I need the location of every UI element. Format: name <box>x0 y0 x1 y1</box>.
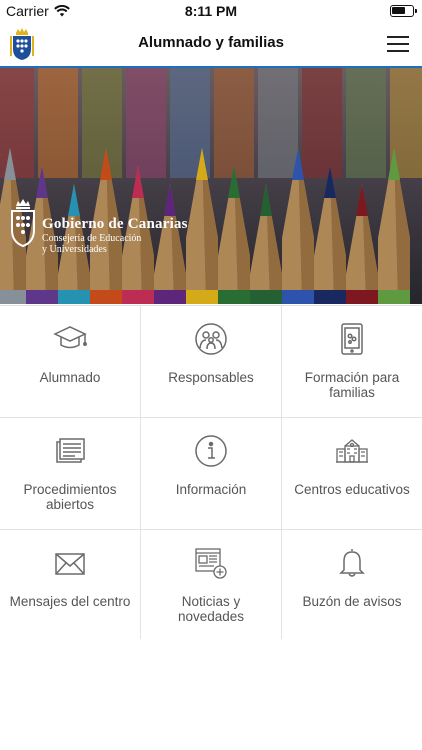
battery-icon <box>390 5 417 17</box>
graduation-cap-icon <box>53 322 87 356</box>
brand-text: Gobierno de Canarias Consejería de Educa… <box>42 196 188 255</box>
brand-subtitle-line2: y Universidades <box>42 244 107 255</box>
menu-line <box>387 50 409 52</box>
menu-tile-label: Información <box>175 482 247 497</box>
school-building-icon <box>335 434 369 468</box>
envelope-icon <box>53 546 87 580</box>
hero-overlay <box>0 68 422 304</box>
menu-tile-label: Noticias y novedades <box>177 594 245 624</box>
menu-tile-label: Procedimientos abiertos <box>23 482 117 512</box>
tablet-icon <box>335 322 369 356</box>
menu-tile-mensajes-del-centro[interactable]: Mensajes del centro <box>0 530 140 641</box>
menu-tile-alumnado[interactable]: Alumnado <box>0 306 140 417</box>
menu-tile-formacion-para-familias[interactable]: Formación para familias <box>282 306 422 417</box>
brand-subtitle-line1: Consejería de Educación <box>42 233 142 244</box>
menu-tile-buzon-de-avisos[interactable]: Buzón de avisos <box>282 530 422 641</box>
page-title: Alumnado y familias <box>138 34 284 51</box>
colored-pencils-image <box>0 68 422 304</box>
nav-bar: Alumnado y familias <box>0 22 422 68</box>
hamburger-menu-icon[interactable] <box>387 34 411 54</box>
menu-tile-label: Mensajes del centro <box>9 594 131 609</box>
menu-tile-responsables[interactable]: Responsables <box>141 306 281 417</box>
bell-icon <box>335 546 369 580</box>
menu-line <box>387 36 409 38</box>
menu-grid: Alumnado Responsables Formación para famil… <box>0 305 422 641</box>
family-icon <box>194 322 228 356</box>
news-add-icon <box>194 546 228 580</box>
document-stack-icon <box>53 434 87 468</box>
menu-tile-centros-educativos[interactable]: Centros educativos <box>282 418 422 529</box>
menu-tile-label: Buzón de avisos <box>302 594 402 609</box>
menu-tile-label: Alumnado <box>39 370 101 385</box>
status-time: 8:11 PM <box>184 3 238 19</box>
status-bar: Carrier 8:11 PM <box>0 0 422 22</box>
menu-tile-label: Responsables <box>168 370 254 385</box>
government-brand: Gobierno de Canarias Consejería de Educa… <box>8 196 188 255</box>
menu-tile-label: Formación para familias <box>304 370 400 400</box>
info-icon <box>194 434 228 468</box>
menu-tile-procedimientos-abiertos[interactable]: Procedimientos abiertos <box>0 418 140 529</box>
menu-line <box>387 43 409 45</box>
menu-tile-noticias-y-novedades[interactable]: Noticias y novedades <box>141 530 281 641</box>
hero-banner: Gobierno de Canarias Consejería de Educa… <box>0 68 422 304</box>
brand-name: Gobierno de Canarias <box>42 216 188 232</box>
coat-of-arms-white-icon <box>11 199 35 248</box>
menu-tile-label: Centros educativos <box>294 482 410 497</box>
menu-tile-informacion[interactable]: Información <box>141 418 281 529</box>
